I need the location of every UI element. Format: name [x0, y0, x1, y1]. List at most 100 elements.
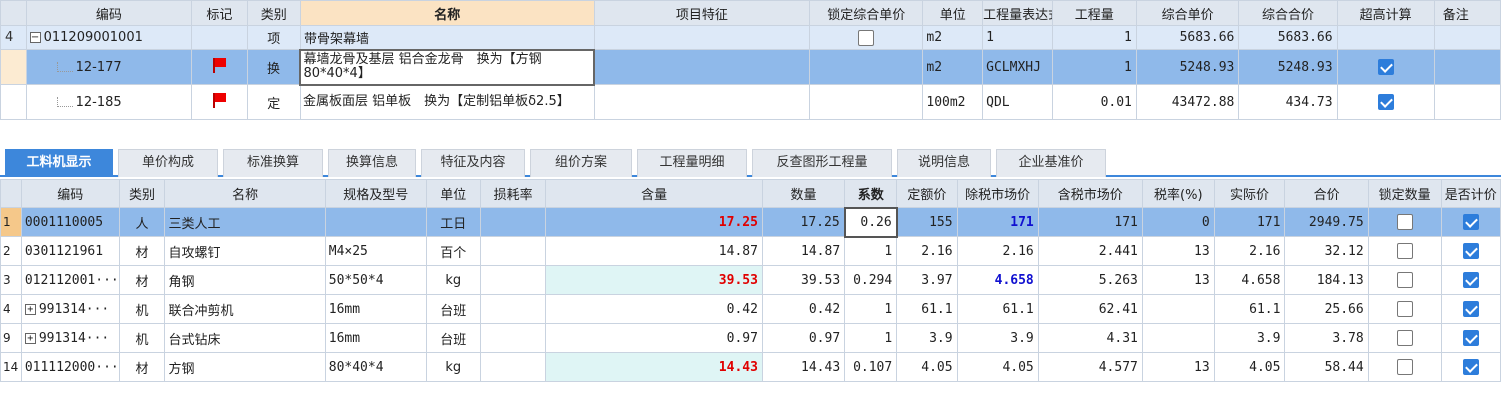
is-priced-cell[interactable]: [1440, 323, 1501, 353]
type-cell[interactable]: 机: [118, 323, 166, 353]
header-quota[interactable]: 定额价: [896, 179, 958, 208]
actual-cell[interactable]: 2.16: [1213, 236, 1286, 266]
unit-cell[interactable]: m2: [922, 49, 984, 85]
name-cell[interactable]: 角钢: [164, 265, 326, 295]
spec-cell[interactable]: M4×25: [324, 236, 427, 266]
is-priced-cell[interactable]: [1440, 352, 1501, 382]
is-priced-cell[interactable]: [1440, 294, 1501, 324]
loss-cell[interactable]: [479, 265, 547, 295]
name-cell[interactable]: 方钢: [164, 352, 326, 382]
table-row[interactable]: 14 011112000··· 材 方钢 80*40*4 kg 14.43 14…: [0, 352, 1501, 382]
header-lock-qty[interactable]: 锁定数量: [1367, 179, 1442, 208]
code-cell[interactable]: 12-185: [25, 84, 193, 120]
lock-qty-checkbox[interactable]: [1396, 359, 1413, 375]
qty-cell[interactable]: 1: [1051, 25, 1137, 50]
table-row[interactable]: 9 +991314··· 机 台式钻床 16mm 台班 0.97 0.97 1 …: [0, 323, 1501, 353]
spec-cell[interactable]: 16mm: [324, 294, 427, 324]
ex-tax-cell[interactable]: 4.05: [956, 352, 1039, 382]
quota-cell[interactable]: 155: [896, 207, 958, 237]
header-type[interactable]: 类别: [118, 179, 166, 208]
is-priced-cell[interactable]: [1440, 236, 1501, 266]
total-cell[interactable]: 2949.75: [1284, 207, 1369, 237]
header-feature[interactable]: 项目特征: [593, 0, 811, 26]
mark-cell[interactable]: [191, 49, 248, 85]
table-row[interactable]: 4 +991314··· 机 联合冲剪机 16mm 台班 0.42 0.42 1…: [0, 294, 1501, 324]
tax-cell[interactable]: [1141, 323, 1215, 353]
actual-cell[interactable]: 3.9: [1213, 323, 1286, 353]
lock-qty-checkbox[interactable]: [1396, 301, 1413, 317]
loss-cell[interactable]: [479, 323, 547, 353]
tax-cell[interactable]: 13: [1141, 265, 1215, 295]
header-code[interactable]: 编码: [20, 179, 120, 208]
type-cell[interactable]: 换: [246, 49, 301, 85]
header-lock-price[interactable]: 锁定综合单价: [809, 0, 924, 26]
tab-description-info[interactable]: 说明信息: [897, 149, 991, 177]
table-row[interactable]: 3 012112001··· 材 角钢 50*50*4 kg 39.53 39.…: [0, 265, 1501, 295]
ex-tax-cell[interactable]: 4.658: [956, 265, 1039, 295]
is-priced-cell[interactable]: [1440, 207, 1501, 237]
total-cell[interactable]: 32.12: [1284, 236, 1369, 266]
is-priced-checkbox[interactable]: [1462, 359, 1479, 375]
loss-cell[interactable]: [479, 352, 547, 382]
header-spec[interactable]: 规格及型号: [324, 179, 427, 208]
unit-cell[interactable]: kg: [425, 352, 481, 382]
header-unit[interactable]: 单位: [425, 179, 481, 208]
table-row[interactable]: 1 0001110005 人 三类人工 工日 17.25 17.25 0.26 …: [0, 206, 1501, 238]
lock-qty-cell[interactable]: [1367, 352, 1442, 382]
qty-cell[interactable]: 0.42: [761, 294, 846, 324]
inc-tax-cell[interactable]: 2.441: [1037, 236, 1143, 266]
type-cell[interactable]: 人: [118, 207, 166, 237]
header-is-priced[interactable]: 是否计价: [1440, 179, 1501, 208]
total-cell[interactable]: 184.13: [1284, 265, 1369, 295]
superhigh-cell[interactable]: [1336, 25, 1435, 50]
superhigh-checkbox[interactable]: [1377, 59, 1394, 75]
name-cell[interactable]: 带骨架幕墙: [299, 25, 595, 50]
table-row[interactable]: 12-185 定 金属板面层 铝单板 换为【定制铝单板δ2.5】 100m2 Q…: [0, 84, 1501, 120]
tab-enterprise-base-price[interactable]: 企业基准价: [996, 149, 1106, 177]
inc-tax-cell[interactable]: 5.263: [1037, 265, 1143, 295]
coef-cell[interactable]: 1: [844, 323, 898, 353]
content-cell[interactable]: 14.87: [545, 236, 763, 266]
header-name[interactable]: 名称: [299, 0, 595, 26]
type-cell[interactable]: 材: [118, 236, 166, 266]
loss-cell[interactable]: [479, 207, 547, 237]
table-row[interactable]: 12-177 换 幕墙龙骨及基层 铝合金龙骨 换为【方钢80*40*4】 m2 …: [0, 48, 1501, 86]
ex-tax-cell[interactable]: 2.16: [956, 236, 1039, 266]
total-cell[interactable]: 5683.66: [1238, 25, 1338, 50]
total-cell[interactable]: 58.44: [1284, 352, 1369, 382]
name-cell-editing[interactable]: 幕墙龙骨及基层 铝合金龙骨 换为【方钢80*40*4】: [299, 48, 596, 86]
note-cell[interactable]: [1433, 25, 1501, 50]
lock-qty-cell[interactable]: [1367, 294, 1442, 324]
qty-cell[interactable]: 14.87: [761, 236, 846, 266]
quota-cell[interactable]: 61.1: [896, 294, 958, 324]
lock-price-checkbox[interactable]: [858, 29, 875, 46]
name-cell[interactable]: 三类人工: [164, 207, 326, 237]
feature-cell[interactable]: [593, 49, 811, 85]
quota-cell[interactable]: 4.05: [896, 352, 958, 382]
unit-price-cell[interactable]: 5248.93: [1135, 49, 1240, 85]
tab-conversion-info[interactable]: 换算信息: [328, 149, 416, 177]
header-qty[interactable]: 工程量: [1051, 0, 1137, 26]
name-cell[interactable]: 金属板面层 铝单板 换为【定制铝单板δ2.5】: [299, 84, 595, 120]
superhigh-cell[interactable]: [1336, 84, 1435, 120]
tab-price-composition[interactable]: 单价构成: [118, 149, 218, 177]
header-note[interactable]: 备注: [1433, 0, 1501, 26]
is-priced-checkbox[interactable]: [1462, 330, 1479, 346]
note-cell[interactable]: [1433, 49, 1501, 85]
qty-cell[interactable]: 0.97: [761, 323, 846, 353]
unit-cell[interactable]: 台班: [425, 323, 481, 353]
collapse-icon[interactable]: −: [29, 32, 41, 43]
header-inc-tax[interactable]: 含税市场价: [1037, 179, 1143, 208]
tab-reverse-graphic-quantity[interactable]: 反查图形工程量: [752, 149, 892, 177]
coef-cell[interactable]: 0.107: [844, 352, 898, 382]
tax-cell[interactable]: [1141, 294, 1215, 324]
ex-tax-cell[interactable]: 3.9: [956, 323, 1039, 353]
lock-qty-checkbox[interactable]: [1396, 214, 1413, 230]
lock-price-cell[interactable]: [809, 84, 924, 120]
inc-tax-cell[interactable]: 171: [1037, 207, 1143, 237]
tab-standard-conversion[interactable]: 标准换算: [223, 149, 323, 177]
tax-cell[interactable]: 13: [1141, 352, 1215, 382]
coef-cell[interactable]: 1: [844, 294, 898, 324]
tab-quantity-detail[interactable]: 工程量明细: [637, 149, 747, 177]
type-cell[interactable]: 材: [118, 352, 166, 382]
